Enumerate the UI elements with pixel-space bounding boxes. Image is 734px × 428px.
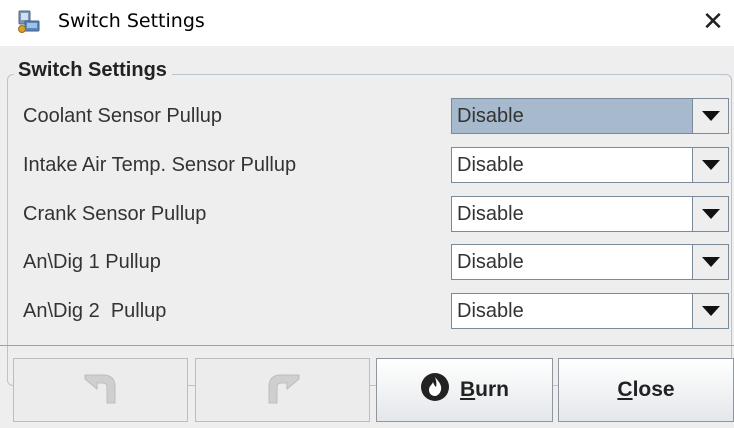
burn-button-label: Burn [460, 378, 509, 401]
chevron-down-icon [702, 257, 720, 267]
chevron-down-icon [702, 111, 720, 121]
select-value: Disable [457, 300, 524, 322]
andig2-pullup-select[interactable]: Disable [451, 293, 729, 329]
crank-pullup-select[interactable]: Disable [451, 196, 729, 232]
dropdown-button[interactable] [692, 148, 728, 182]
dropdown-button[interactable] [692, 245, 728, 279]
intake-air-pullup-select[interactable]: Disable [451, 147, 729, 183]
dialog-body: Switch Settings Coolant Sensor Pullup Di… [0, 46, 734, 428]
close-button-label: Close [617, 378, 675, 401]
andig1-pullup-select[interactable]: Disable [451, 244, 729, 280]
redo-icon [261, 367, 305, 413]
redo-button[interactable] [195, 358, 370, 422]
setting-label: Coolant Sensor Pullup [23, 105, 223, 127]
coolant-pullup-select[interactable]: Disable [451, 98, 729, 134]
setting-row-coolant: Coolant Sensor Pullup Disable [0, 98, 734, 134]
window-title: Switch Settings [58, 10, 205, 32]
title-bar: Switch Settings ✕ [0, 0, 734, 46]
chevron-down-icon [702, 306, 720, 316]
setting-row-andig1: An\Dig 1 Pullup Disable [0, 244, 734, 280]
chevron-down-icon [702, 160, 720, 170]
flame-icon [420, 372, 450, 408]
button-bar-divider [0, 345, 734, 346]
dropdown-button[interactable] [692, 294, 728, 328]
select-value: Disable [457, 203, 524, 225]
setting-row-andig2: An\Dig 2 Pullup Disable [0, 293, 734, 329]
setting-row-crank: Crank Sensor Pullup Disable [0, 196, 734, 232]
setting-label: Crank Sensor Pullup [23, 203, 207, 225]
app-computer-icon [16, 9, 42, 35]
dropdown-button[interactable] [692, 99, 728, 133]
burn-button[interactable]: Burn [376, 358, 553, 422]
select-value: Disable [457, 105, 524, 127]
dropdown-button[interactable] [692, 197, 728, 231]
setting-label: An\Dig 2 Pullup [23, 300, 167, 322]
select-value: Disable [457, 251, 524, 273]
undo-icon [79, 367, 123, 413]
undo-button[interactable] [13, 358, 188, 422]
group-title: Switch Settings [14, 59, 172, 82]
chevron-down-icon [702, 209, 720, 219]
window-close-button[interactable]: ✕ [697, 6, 729, 38]
select-value: Disable [457, 154, 524, 176]
setting-label: Intake Air Temp. Sensor Pullup [23, 154, 297, 176]
setting-label: An\Dig 1 Pullup [23, 251, 161, 273]
close-button[interactable]: Close [558, 358, 734, 422]
setting-row-intake-air: Intake Air Temp. Sensor Pullup Disable [0, 147, 734, 183]
